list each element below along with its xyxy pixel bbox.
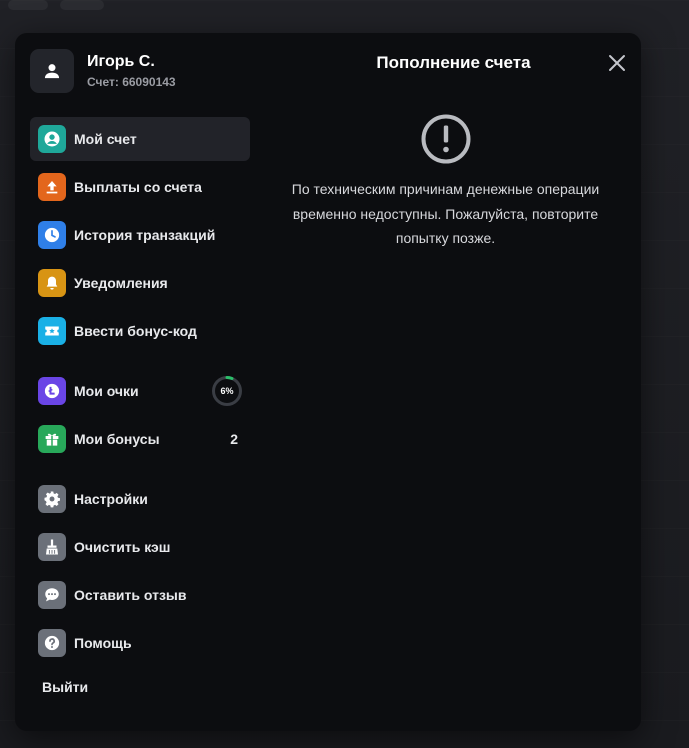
menu-item-label: Ввести бонус-код (74, 323, 197, 339)
ticket-icon (38, 317, 66, 345)
menu-item-label: Оставить отзыв (74, 587, 187, 603)
chat-bubble-icon (38, 581, 66, 609)
menu-item-bonus-code[interactable]: Ввести бонус-код (30, 309, 250, 353)
menu-separator (30, 357, 250, 369)
gift-icon (38, 425, 66, 453)
backdrop-placeholder (8, 0, 48, 10)
page-title: Пополнение счета (376, 53, 531, 72)
bell-icon (38, 269, 66, 297)
menu-item-label: Мои очки (74, 383, 139, 399)
menu-item-label: Мои бонусы (74, 431, 160, 447)
account-sidebar: Игорь С. Счет: 66090143 Мой счет Выплаты… (30, 49, 250, 697)
close-icon (609, 55, 625, 71)
menu-item-help[interactable]: Помощь (30, 621, 250, 665)
menu-item-notifications[interactable]: Уведомления (30, 261, 250, 305)
menu-item-my-account[interactable]: Мой счет (30, 117, 250, 161)
menu-item-label: Настройки (74, 491, 148, 507)
menu-item-settings[interactable]: Настройки (30, 477, 250, 521)
menu-item-leave-feedback[interactable]: Оставить отзыв (30, 573, 250, 617)
menu-item-my-points[interactable]: Мои очки 6% (30, 369, 250, 413)
broom-icon (38, 533, 66, 561)
menu-item-withdrawals[interactable]: Выплаты со счета (30, 165, 250, 209)
profile-name: Игорь С. (87, 53, 155, 70)
menu-item-label: Помощь (74, 635, 132, 651)
bonuses-count-badge: 2 (230, 431, 238, 447)
profile-header: Игорь С. Счет: 66090143 (30, 49, 250, 93)
menu-item-label: Очистить кэш (74, 539, 171, 555)
upload-arrow-icon (38, 173, 66, 201)
profile-account-number: Счет: 66090143 (87, 75, 176, 89)
clock-icon (38, 221, 66, 249)
user-icon (44, 64, 60, 79)
menu-item-clear-cache[interactable]: Очистить кэш (30, 525, 250, 569)
points-progress-text: 6% (220, 386, 234, 396)
menu-item-label: История транзакций (74, 227, 216, 243)
close-button[interactable] (607, 53, 627, 73)
menu-item-my-bonuses[interactable]: Мои бонусы 2 (30, 417, 250, 461)
menu-item-label: Уведомления (74, 275, 168, 291)
user-circle-icon (38, 125, 66, 153)
menu-item-transaction-history[interactable]: История транзакций (30, 213, 250, 257)
menu-item-label: Выплаты со счета (74, 179, 202, 195)
avatar[interactable] (30, 49, 74, 93)
deposit-panel: Пополнение счета По техническим причинам… (270, 33, 641, 731)
menu-separator (30, 465, 250, 477)
help-question-icon (38, 629, 66, 657)
menu-item-label: Мой счет (74, 131, 137, 147)
exclamation-circle-icon (420, 113, 472, 165)
unavailable-message: По техническим причинам денежные операци… (291, 181, 600, 246)
backdrop-placeholder (60, 0, 104, 10)
points-coin-icon (38, 377, 66, 405)
gear-icon (38, 485, 66, 513)
account-modal: Игорь С. Счет: 66090143 Мой счет Выплаты… (15, 33, 641, 731)
logout-button[interactable]: Выйти (42, 679, 88, 695)
points-progress-ring: 6% (211, 375, 243, 407)
